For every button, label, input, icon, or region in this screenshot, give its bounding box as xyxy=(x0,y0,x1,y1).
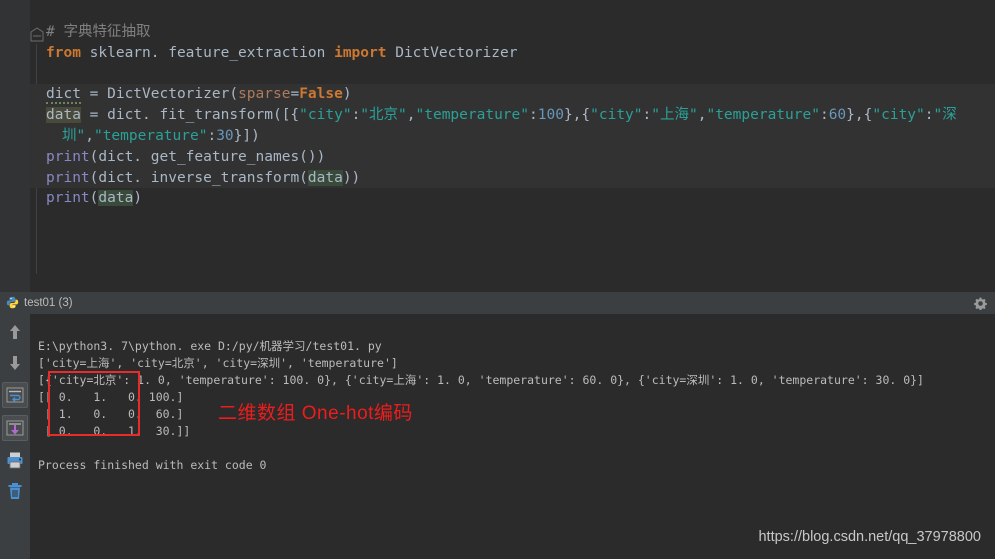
console-line: [{'city=北京': 1. 0, 'temperature': 100. 0… xyxy=(38,373,924,387)
code-line-data-assign[interactable]: data = dict. fit_transform([{"city":"北京"… xyxy=(30,105,995,126)
scroll-up-button[interactable] xyxy=(3,320,27,344)
console-output-area[interactable]: E:\python3. 7\python. exe D:/py/机器学习/tes… xyxy=(0,314,995,559)
code-token: "北京" xyxy=(360,107,407,124)
code-token: , xyxy=(85,127,94,144)
code-token: dict xyxy=(46,86,81,105)
code-token: "city" xyxy=(872,107,925,124)
code-token: "temperature" xyxy=(93,127,208,144)
console-line: ['city=上海', 'city=北京', 'city=深圳', 'tempe… xyxy=(38,356,398,370)
console-line: [ 1. 0. 0. 60.] xyxy=(38,407,184,421)
code-line-data-wrap[interactable]: 圳","temperature":30}]) xyxy=(30,125,995,147)
trash-icon xyxy=(5,481,25,501)
code-token: "深 xyxy=(933,107,957,124)
code-token: , xyxy=(406,107,416,124)
code-token: ) xyxy=(342,86,352,103)
code-token: "temperature" xyxy=(415,107,530,124)
code-token: data xyxy=(307,169,343,186)
print-icon xyxy=(5,450,25,470)
code-line-blank1[interactable] xyxy=(30,64,995,85)
code-line-import[interactable]: from sklearn. feature_extraction import … xyxy=(30,43,995,64)
code-token: print xyxy=(46,190,90,207)
code-token: sklearn. feature_extraction xyxy=(80,44,335,61)
code-token: },{ xyxy=(846,107,873,124)
code-token: "city" xyxy=(590,107,643,124)
code-token: : xyxy=(642,107,652,124)
print-button[interactable] xyxy=(3,448,27,472)
scroll-up-icon xyxy=(5,322,25,342)
code-token: print xyxy=(46,169,90,186)
code-line-print-inverse[interactable]: print(dict. inverse_transform(data)) xyxy=(30,167,995,189)
code-token: = xyxy=(290,86,300,103)
code-token: (dict. inverse_transform( xyxy=(89,169,308,186)
code-token: },{ xyxy=(563,107,591,124)
code-token: 30 xyxy=(216,127,234,144)
code-token: 60 xyxy=(828,107,847,124)
python-icon xyxy=(6,296,19,309)
console-toolbar[interactable] xyxy=(0,314,30,559)
scroll-down-button[interactable] xyxy=(3,351,27,375)
code-token: : xyxy=(924,107,934,124)
code-token: "temperature" xyxy=(706,107,820,124)
code-token: : xyxy=(529,107,538,124)
code-token: DictVectorizer xyxy=(386,44,518,61)
code-token: : xyxy=(351,107,361,124)
code-token: : xyxy=(819,107,829,124)
console-tab-label: test01 (3) xyxy=(24,296,73,309)
editor-gutter xyxy=(0,0,30,292)
code-content[interactable]: # 字典特征抽取 from sklearn. feature_extraction… xyxy=(30,22,995,209)
code-line-dict-assign[interactable]: dict = DictVectorizer(sparse=False) xyxy=(30,84,995,106)
run-console-panel[interactable]: test01 (3) E:\python3. 7\python. exe D:/… xyxy=(0,292,995,559)
code-token: )) xyxy=(342,169,361,186)
code-token: data xyxy=(46,107,81,124)
scroll-to-end-icon xyxy=(5,418,25,438)
gear-icon[interactable] xyxy=(974,297,987,310)
code-editor[interactable]: # 字典特征抽取 from sklearn. feature_extraction… xyxy=(0,0,995,292)
code-token: False xyxy=(299,86,343,103)
code-token: sparse xyxy=(238,86,291,103)
code-token: "city" xyxy=(299,107,352,124)
code-line-comment[interactable]: # 字典特征抽取 xyxy=(30,22,995,43)
annotation-label: 二维数组 One-hot编码 xyxy=(218,403,413,424)
code-token: print xyxy=(46,148,90,165)
console-output-text: E:\python3. 7\python. exe D:/py/机器学习/tes… xyxy=(30,314,995,553)
code-line-print-data[interactable]: print(data) xyxy=(30,188,995,209)
code-token: = DictVectorizer( xyxy=(80,86,239,103)
code-token: # 字典特征抽取 xyxy=(46,24,151,40)
trash-button[interactable] xyxy=(3,479,27,503)
code-token: 100 xyxy=(537,107,564,124)
code-token: import xyxy=(334,44,387,61)
code-token: (dict. get_feature_names()) xyxy=(89,148,326,165)
code-token: data xyxy=(98,190,134,207)
soft-wrap-button[interactable] xyxy=(2,382,28,408)
watermark: https://blog.csdn.net/qq_37978800 xyxy=(758,529,981,545)
code-token: "上海" xyxy=(651,107,698,124)
code-token: }]) xyxy=(233,127,260,144)
console-tab-test01[interactable]: test01 (3) xyxy=(4,294,79,311)
console-line: E:\python3. 7\python. exe D:/py/机器学习/tes… xyxy=(38,339,382,353)
code-token: from xyxy=(46,44,81,61)
console-line: [[ 0. 1. 0. 100.] xyxy=(38,390,184,404)
soft-wrap-icon xyxy=(5,385,25,405)
code-token: = dict. fit_transform([{ xyxy=(80,107,300,124)
code-token: 圳" xyxy=(62,127,86,144)
scroll-to-end-button[interactable] xyxy=(2,415,28,441)
console-line: [ 0. 0. 1. 30.]] xyxy=(38,424,191,438)
console-tab-bar: test01 (3) xyxy=(0,292,995,315)
console-line: Process finished with exit code 0 xyxy=(38,458,267,472)
code-token: : xyxy=(207,127,217,144)
code-token: ) xyxy=(133,190,143,207)
scroll-down-icon xyxy=(5,353,25,373)
code-line-print-names[interactable]: print(dict. get_feature_names()) xyxy=(30,146,995,168)
